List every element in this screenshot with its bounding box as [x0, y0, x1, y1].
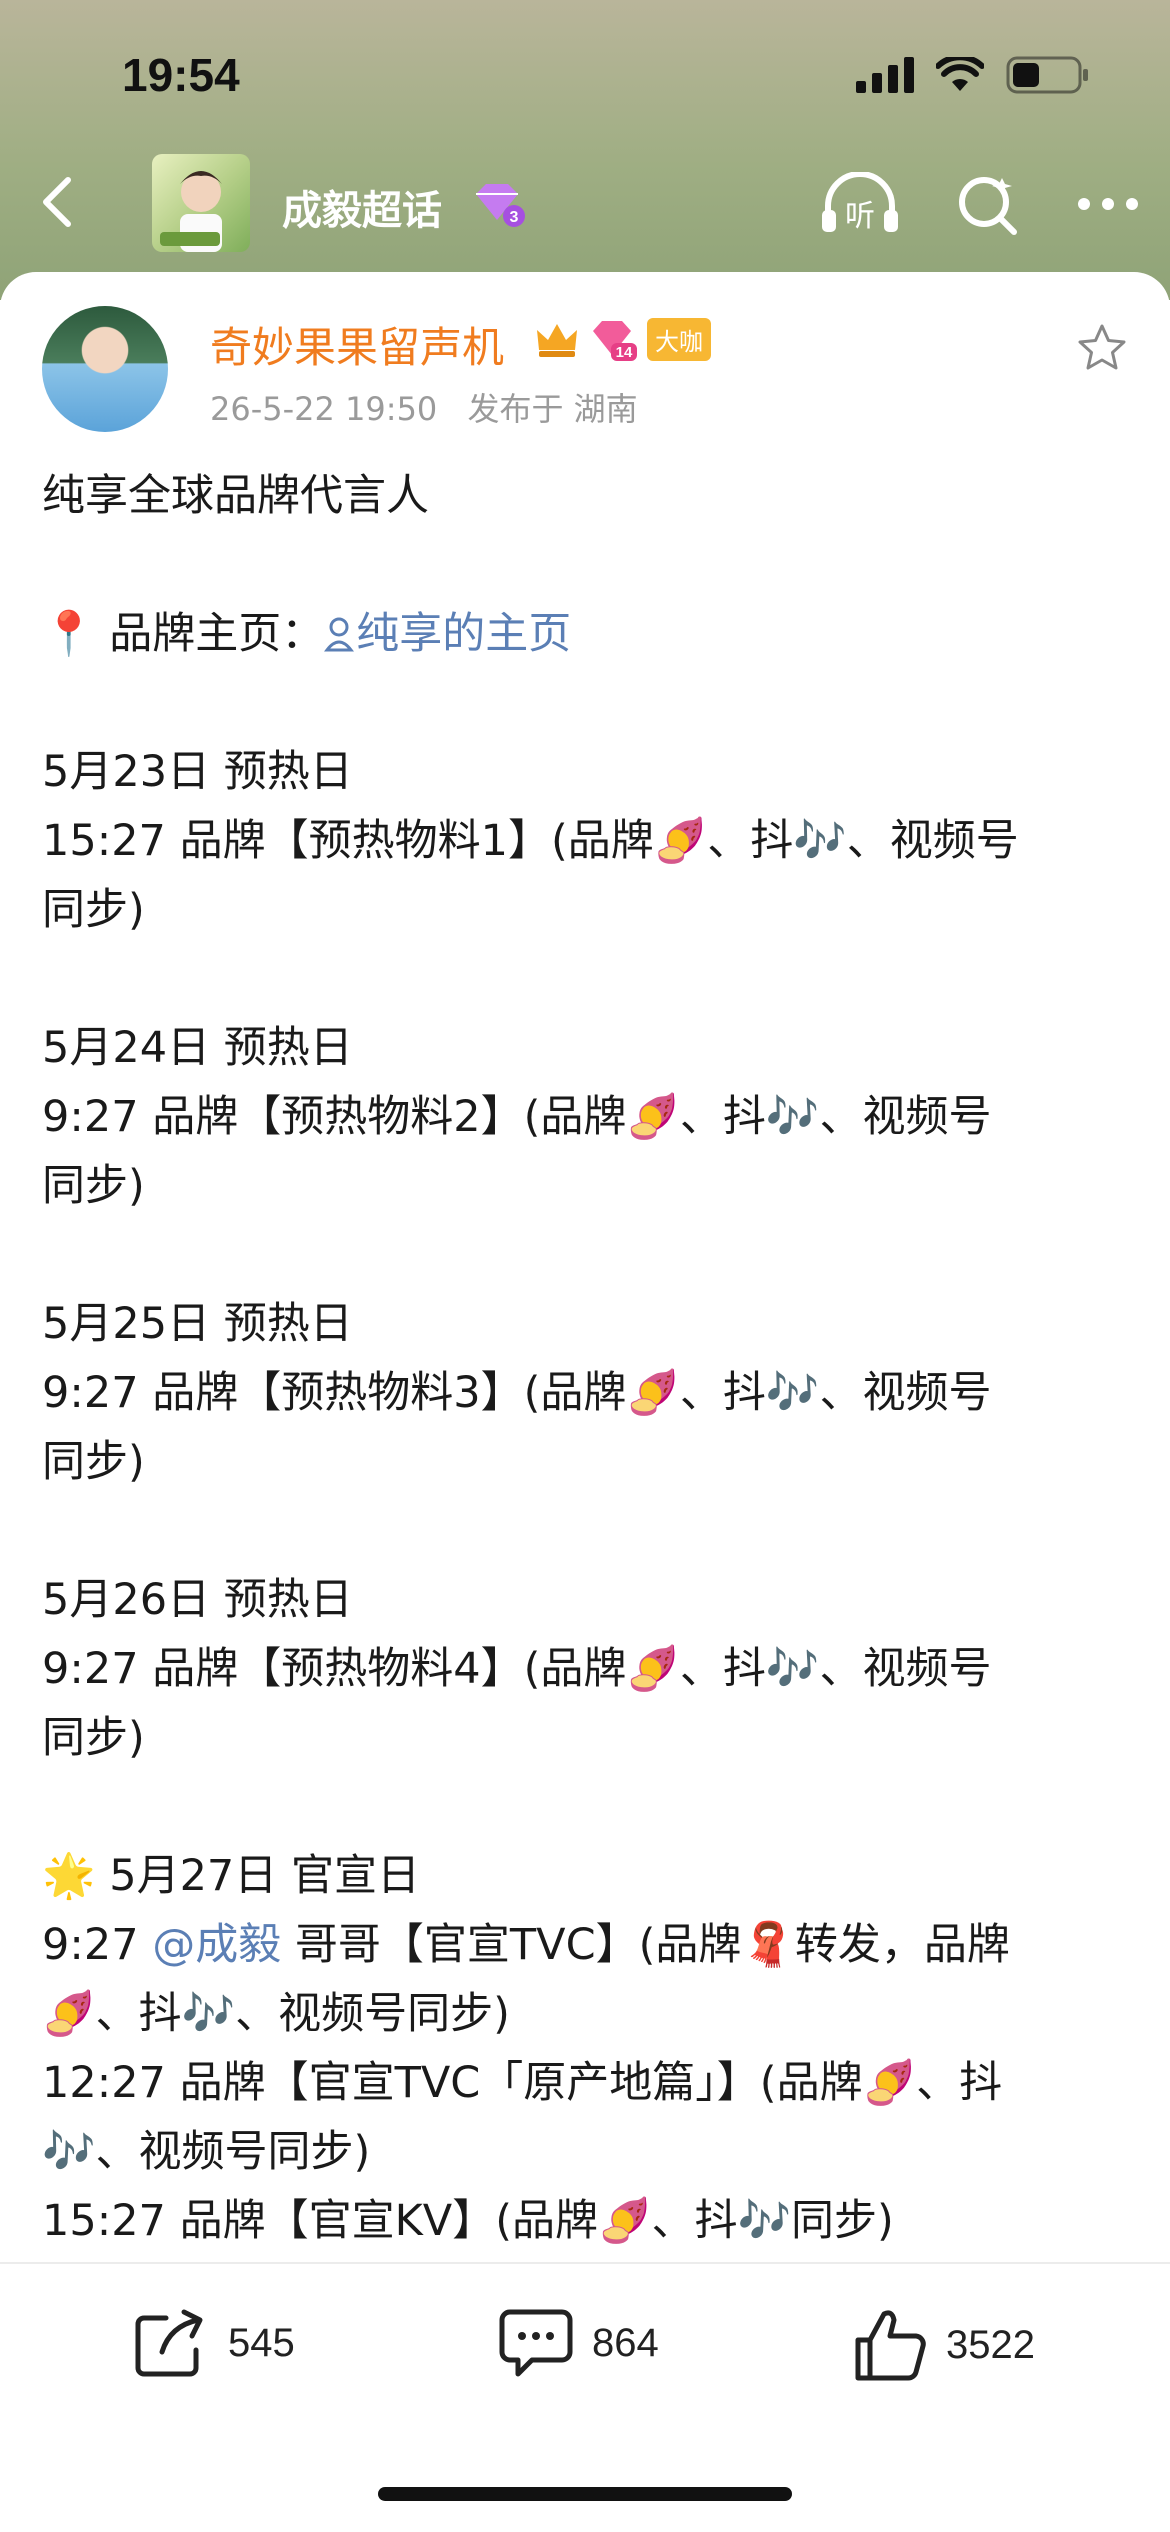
- battery-icon: [1006, 56, 1088, 94]
- post-line: 5月23日 预热日: [42, 747, 353, 797]
- post-card: 奇妙果果留声机 14 大咖 26-5-22 19:50 发布于 湖南 纯享全球品…: [0, 272, 1170, 2532]
- brand-home-line: 📍 品牌主页： 纯享的主页: [42, 600, 1132, 669]
- repost-button[interactable]: 545: [132, 2306, 295, 2380]
- more-icon[interactable]: [1076, 194, 1140, 214]
- post-line: 5月24日 预热日: [42, 1023, 353, 1073]
- comment-count: 864: [592, 2320, 659, 2365]
- topic-title: 成毅超话: [282, 188, 442, 234]
- post-line: 🌟 5月27日 官宣日: [42, 1851, 420, 1901]
- mention-line: 9:27 @成毅 哥哥【官宣TVC】(品牌🧣转发，品牌: [42, 1911, 1132, 1980]
- status-icons: [856, 56, 1090, 94]
- user-badges: 14 大咖: [535, 318, 711, 361]
- post-line: 12:27 品牌【官宣TVC「原产地篇」】(品牌🍠、抖: [42, 2058, 1003, 2108]
- post-line: 纯享全球品牌代言人: [42, 471, 429, 521]
- mention-link[interactable]: @成毅: [152, 1920, 281, 1970]
- like-button[interactable]: 3522: [852, 2306, 1035, 2384]
- user-icon: [324, 617, 355, 652]
- repost-count: 545: [228, 2320, 295, 2365]
- diamond-level-icon: 14: [593, 320, 637, 361]
- nav-actions: 听: [820, 172, 1140, 236]
- mention-time: 9:27: [42, 1920, 153, 1970]
- post-line: 同步): [42, 1713, 145, 1763]
- post-line: 🎶、视频号同步): [42, 2127, 371, 2177]
- topic-thumbnail-image: [160, 171, 222, 252]
- cellular-signal-icon: [856, 57, 914, 93]
- star-favorite-icon[interactable]: [1076, 322, 1128, 374]
- back-arrow-icon[interactable]: [30, 172, 90, 232]
- post-line: 同步): [42, 1437, 145, 1487]
- post-line: 同步): [42, 885, 145, 935]
- post-line: 9:27 品牌【预热物料4】(品牌🍠、抖🎶、视频号: [42, 1644, 992, 1694]
- post-location: 发布于 湖南: [467, 390, 638, 428]
- username[interactable]: 奇妙果果留声机: [210, 314, 504, 375]
- gem-level-icon: 3: [476, 184, 525, 227]
- mention-rest: 哥哥【官宣TVC】(品牌🧣转发，品牌: [281, 1920, 1010, 1970]
- post-meta: 26-5-22 19:50 发布于 湖南: [210, 384, 658, 430]
- post-content: 纯享全球品牌代言人 📍 品牌主页： 纯享的主页 5月23日 预热日 15:27 品…: [42, 462, 1132, 2256]
- top-nav: 成毅超话 3 听: [0, 150, 1170, 260]
- brand-home-link[interactable]: 纯享的主页: [324, 609, 571, 659]
- listen-label: 听: [845, 199, 875, 234]
- post-line: 5月26日 预热日: [42, 1575, 353, 1625]
- comment-button[interactable]: 864: [498, 2306, 659, 2380]
- user-level-number: 14: [616, 344, 633, 361]
- post-line: 15:27 品牌【预热物料1】(品牌🍠、抖🎶、视频号: [42, 816, 1019, 866]
- post-line: 🍠、抖🎶、视频号同步): [42, 1989, 510, 2039]
- post-date: 26-5-22 19:50: [210, 390, 438, 428]
- headphones-listen-icon[interactable]: 听: [820, 172, 900, 236]
- status-time: 19:54: [122, 49, 240, 101]
- thumbs-up-icon: [855, 2310, 926, 2381]
- crown-icon: [537, 323, 577, 357]
- topic-thumbnail[interactable]: [152, 154, 250, 252]
- comment-icon: [499, 2309, 573, 2377]
- bigv-badge: 大咖: [647, 318, 711, 361]
- share-icon: [135, 2309, 203, 2377]
- post-line: 15:27 品牌【官宣KV】(品牌🍠、抖🎶同步): [42, 2196, 894, 2246]
- brand-home-link-text: 纯享的主页: [356, 609, 572, 659]
- post-line: 9:27 品牌【预热物料2】(品牌🍠、抖🎶、视频号: [42, 1092, 992, 1142]
- brand-home-prefix: 📍 品牌主页：: [42, 609, 325, 659]
- like-count: 3522: [946, 2322, 1035, 2367]
- avatar[interactable]: [42, 306, 168, 432]
- topic-level-number: 3: [510, 209, 519, 226]
- post-line: 5月25日 预热日: [42, 1299, 353, 1349]
- status-bar: 19:54: [0, 0, 1170, 150]
- post-line: 9:27 品牌【预热物料3】(品牌🍠、抖🎶、视频号: [42, 1368, 992, 1418]
- action-bar: 545 864 3522: [0, 2262, 1170, 2432]
- home-indicator: [378, 2487, 792, 2501]
- wifi-icon: [936, 57, 984, 91]
- search-icon[interactable]: [956, 172, 1020, 236]
- post-line: 同步): [42, 1161, 145, 1211]
